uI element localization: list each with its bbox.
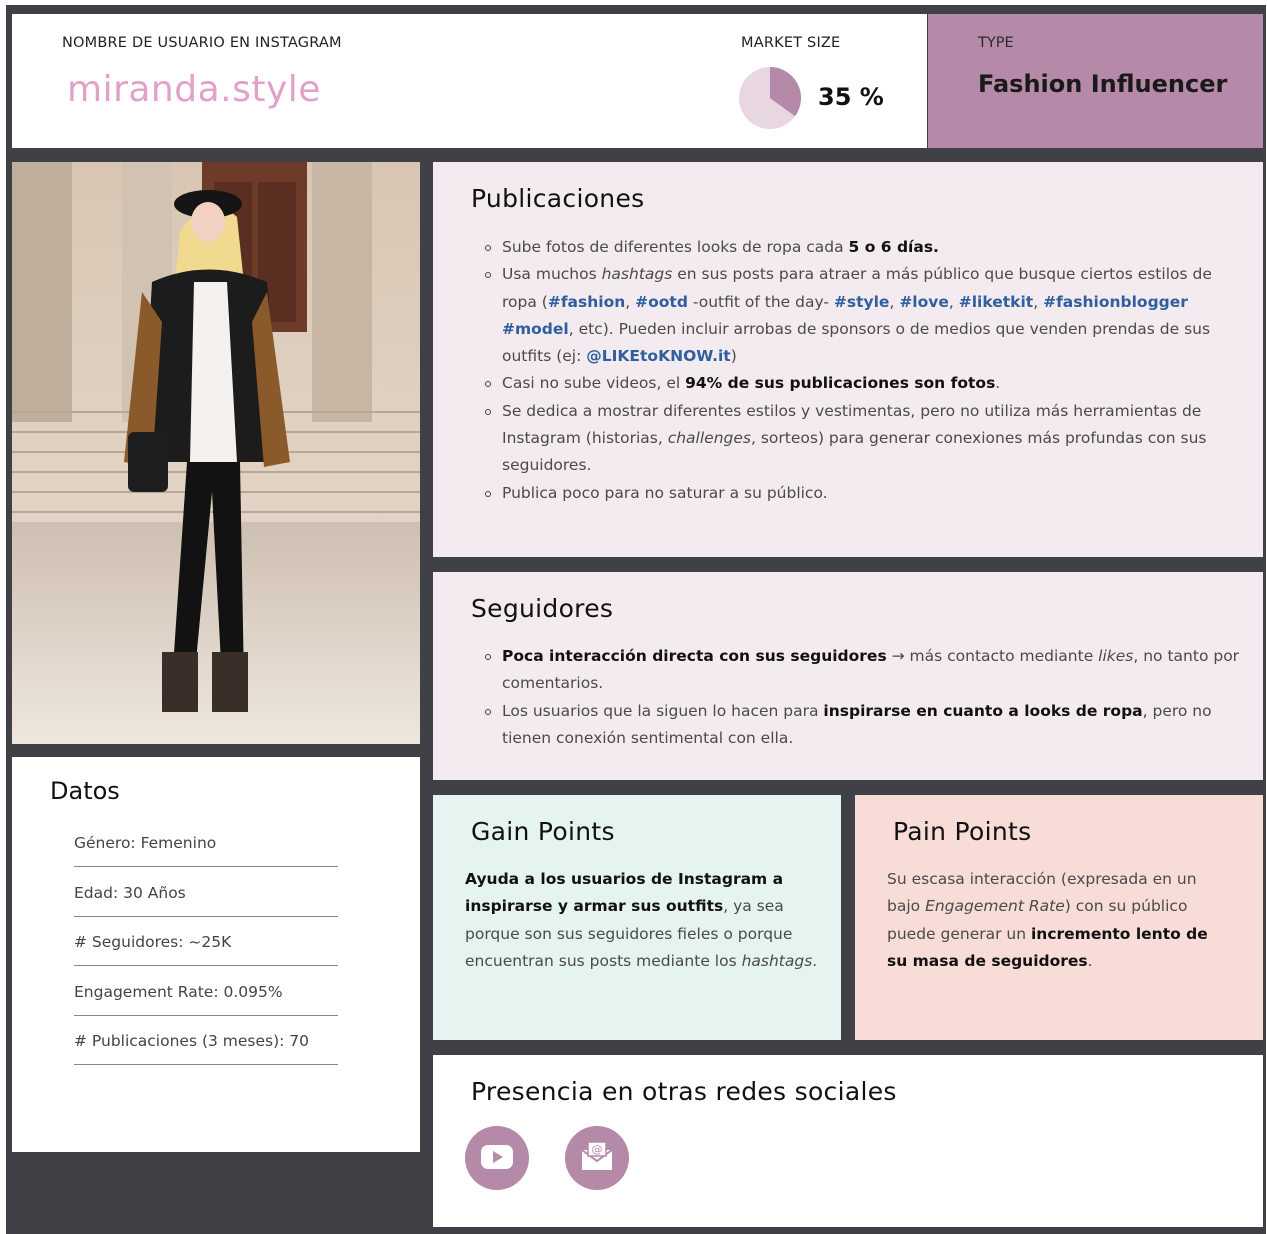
publicaciones-item: Publica poco para no saturar a su públic… xyxy=(485,480,1242,507)
datos-engagement: Engagement Rate: 0.095% xyxy=(74,983,338,1016)
publicaciones-item: Usa muchos hashtags en sus posts para at… xyxy=(485,261,1242,370)
profile-photo xyxy=(12,162,420,744)
publicaciones-card: Publicaciones Sube fotos de diferentes l… xyxy=(433,162,1263,557)
seguidores-card: Seguidores Poca interacción directa con … xyxy=(433,572,1263,780)
header-card: NOMBRE DE USUARIO EN INSTAGRAM miranda.s… xyxy=(12,14,927,148)
market-size-pie-icon xyxy=(739,67,801,129)
fashion-model-image xyxy=(12,162,420,744)
pain-points-title: Pain Points xyxy=(893,817,1032,846)
type-value: Fashion Influencer xyxy=(978,70,1228,98)
publicaciones-title: Publicaciones xyxy=(471,184,645,213)
youtube-icon-glyph xyxy=(481,1145,513,1169)
email-icon[interactable]: @ xyxy=(565,1126,629,1190)
gain-points-text: Ayuda a los usuarios de Instagram a insp… xyxy=(465,870,818,970)
datos-card: Datos Género: Femenino Edad: 30 Años # S… xyxy=(12,757,420,1152)
market-size-label: MARKET SIZE xyxy=(741,35,841,51)
presencia-title: Presencia en otras redes sociales xyxy=(471,1077,897,1106)
seguidores-list: Poca interacción directa con sus seguido… xyxy=(485,643,1242,753)
seguidores-item: Los usuarios que la siguen lo hacen para… xyxy=(485,698,1242,753)
datos-genero: Género: Femenino xyxy=(74,834,338,867)
publicaciones-list: Sube fotos de diferentes looks de ropa c… xyxy=(485,234,1242,507)
presencia-card: Presencia en otras redes sociales @ xyxy=(433,1055,1263,1227)
datos-edad: Edad: 30 Años xyxy=(74,884,338,917)
datos-title: Datos xyxy=(50,777,120,805)
instagram-username: miranda.style xyxy=(67,69,321,110)
publicaciones-item: Casi no sube videos, el 94% de sus publi… xyxy=(485,370,1242,397)
username-label: NOMBRE DE USUARIO EN INSTAGRAM xyxy=(62,35,342,51)
publicaciones-item: Sube fotos de diferentes looks de ropa c… xyxy=(485,234,1242,261)
seguidores-item: Poca interacción directa con sus seguido… xyxy=(485,643,1242,698)
type-label: TYPE xyxy=(978,35,1014,51)
market-size-value: 35 % xyxy=(818,83,884,111)
pain-points-card: Pain Points Su escasa interacción (expre… xyxy=(855,795,1263,1040)
svg-text:@: @ xyxy=(592,1143,603,1156)
seguidores-title: Seguidores xyxy=(471,594,614,623)
type-card: TYPE Fashion Influencer xyxy=(928,14,1263,148)
gain-points-card: Gain Points Ayuda a los usuarios de Inst… xyxy=(433,795,841,1040)
publicaciones-item: Se dedica a mostrar diferentes estilos y… xyxy=(485,398,1242,480)
youtube-icon[interactable] xyxy=(465,1126,529,1190)
pain-points-text: Su escasa interacción (expresada en un b… xyxy=(887,870,1208,970)
email-icon-glyph: @ xyxy=(581,1141,613,1170)
gain-points-title: Gain Points xyxy=(471,817,615,846)
datos-publicaciones: # Publicaciones (3 meses): 70 xyxy=(74,1032,338,1065)
datos-seguidores: # Seguidores: ~25K xyxy=(74,933,338,966)
